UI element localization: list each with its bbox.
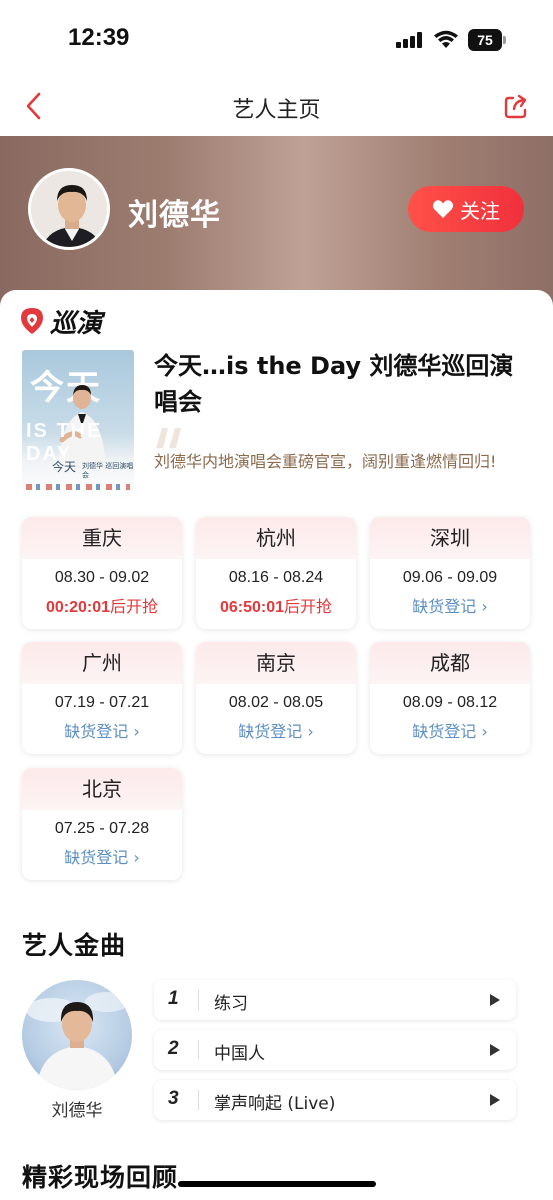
song-rank: 3 [168, 1088, 179, 1109]
city-dates: 09.06 - 09.09 [402, 569, 498, 586]
songs-artist-name: 刘德华 [51, 1101, 103, 1121]
countdown-timer: 06:50:01 [219, 599, 285, 616]
countdown-suffix: 后开抢 [110, 597, 159, 616]
tour-section-header: 巡演 [20, 304, 103, 339]
concert-title[interactable]: 今天…is the Day 刘德华巡回演唱会 [154, 348, 534, 420]
divider [198, 990, 199, 1010]
status-time: 12:39 [68, 24, 130, 51]
poster-overlay-text: IS THE DAY [26, 420, 103, 465]
city-name: 重庆 [22, 517, 182, 559]
concert-poster[interactable]: 今天 IS THE DAY 今天 刘德华 巡回演唱会 [22, 350, 134, 500]
poster-subtitle: 刘德华 巡回演唱会 [82, 462, 134, 479]
stock-notify-link[interactable]: 缺货登记 › [22, 844, 182, 868]
song-rank: 2 [168, 1038, 179, 1059]
city-card-shenzhen[interactable]: 深圳 09.06 - 09.09 缺货登记 › [370, 517, 530, 629]
city-dates: 08.02 - 08.05 [228, 694, 324, 711]
battery-icon: 75 [468, 29, 506, 51]
city-dates: 08.09 - 08.12 [402, 694, 498, 711]
heart-icon [432, 200, 454, 218]
city-name: 杭州 [196, 517, 356, 559]
play-icon[interactable] [490, 994, 500, 1006]
home-indicator[interactable] [178, 1181, 376, 1187]
divider [198, 1090, 199, 1110]
divider [198, 1040, 199, 1060]
city-dates: 07.19 - 07.21 [54, 694, 150, 711]
follow-button[interactable]: 关注 [408, 186, 524, 232]
city-dates: 08.30 - 09.02 [54, 569, 150, 586]
song-row[interactable]: 3 掌声响起 (Live) [154, 1080, 516, 1120]
stock-notify-link[interactable]: 缺货登记 › [370, 593, 530, 617]
stock-notify-link[interactable]: 缺货登记 › [370, 718, 530, 742]
page-title: 艺人主页 [232, 98, 321, 123]
city-name: 成都 [370, 642, 530, 684]
city-status: 06:50:01后开抢 [196, 593, 356, 617]
nav-bar: 艺人主页 [0, 80, 553, 136]
poster-sponsor-strip [26, 484, 130, 490]
city-status: 00:20:01后开抢 [22, 593, 182, 617]
tour-logo-text: 巡演 [50, 308, 103, 339]
concert-description: 刘德华内地演唱会重磅官宣，阔别重逢燃情回归! [154, 452, 497, 471]
artist-avatar[interactable] [28, 168, 110, 250]
city-name: 深圳 [370, 517, 530, 559]
songs-section-title: 艺人金曲 [22, 931, 127, 960]
city-card-beijing[interactable]: 北京 07.25 - 07.28 缺货登记 › [22, 768, 182, 880]
stock-notify-link[interactable]: 缺货登记 › [22, 718, 182, 742]
content-card: 巡演 今天 IS THE DAY 今天 刘德华 巡回演唱会 今天…is the … [0, 290, 553, 1200]
city-card-hangzhou[interactable]: 杭州 08.16 - 08.24 06:50:01后开抢 [196, 517, 356, 629]
song-name: 练习 [214, 994, 248, 1014]
city-card-chongqing[interactable]: 重庆 08.30 - 09.02 00:20:01后开抢 [22, 517, 182, 629]
poster-small-title: 今天 [52, 460, 77, 474]
song-name: 掌声响起 (Live) [214, 1094, 336, 1114]
city-dates: 07.25 - 07.28 [54, 820, 150, 837]
song-row[interactable]: 2 中国人 [154, 1030, 516, 1070]
play-icon[interactable] [490, 1094, 500, 1106]
avatar-portrait-icon [31, 171, 107, 247]
song-name: 中国人 [214, 1044, 265, 1064]
replay-section-title: 精彩现场回顾 [22, 1163, 179, 1192]
status-bar: 12:39 75 [0, 0, 553, 80]
city-name: 南京 [196, 642, 356, 684]
city-card-nanjing[interactable]: 南京 08.02 - 08.05 缺货登记 › [196, 642, 356, 754]
city-card-chengdu[interactable]: 成都 08.09 - 08.12 缺货登记 › [370, 642, 530, 754]
artist-header: 刘德华 关注 [0, 136, 553, 306]
play-icon[interactable] [490, 1044, 500, 1056]
city-name: 北京 [22, 768, 182, 810]
artist-name: 刘德华 [128, 198, 221, 233]
city-name: 广州 [22, 642, 182, 684]
quote-icon [156, 428, 181, 448]
tour-logo-icon [21, 308, 43, 334]
city-card-guangzhou[interactable]: 广州 07.19 - 07.21 缺货登记 › [22, 642, 182, 754]
countdown-timer: 00:20:01 [45, 599, 111, 616]
stock-notify-link[interactable]: 缺货登记 › [196, 718, 356, 742]
battery-level: 75 [468, 29, 502, 51]
song-rank: 1 [168, 988, 179, 1009]
song-row[interactable]: 1 练习 [154, 980, 516, 1020]
songs-artist-avatar[interactable] [22, 980, 132, 1090]
artist-photo-icon [26, 992, 129, 1090]
countdown-suffix: 后开抢 [284, 597, 333, 616]
cellular-signal-icon [396, 32, 422, 48]
share-icon[interactable] [503, 94, 529, 120]
wifi-icon [434, 30, 458, 48]
follow-label: 关注 [460, 198, 500, 223]
city-dates: 08.16 - 08.24 [228, 569, 324, 586]
